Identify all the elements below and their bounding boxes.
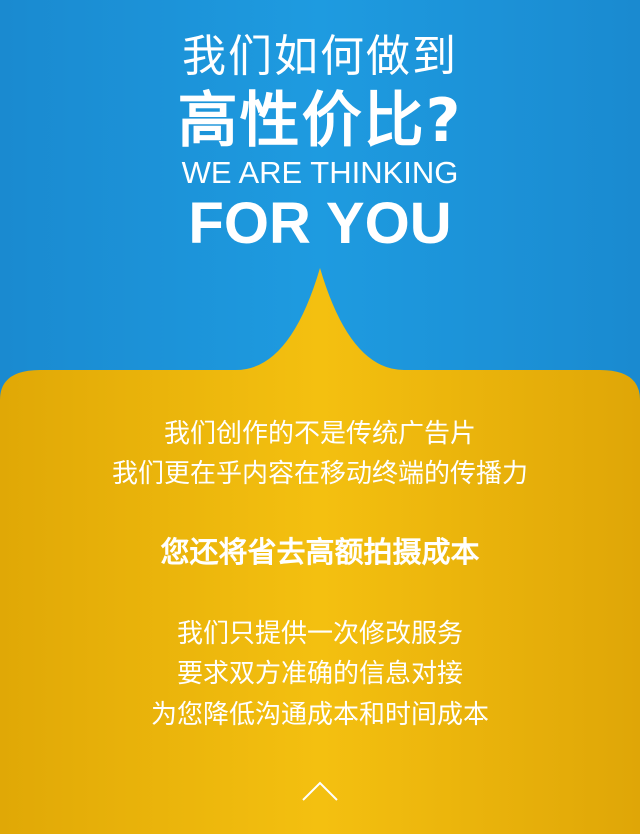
paragraph-line: 我们只提供一次修改服务 [176,619,463,649]
paragraph-line: 我们更在乎内容在移动终端的传播力 [111,459,528,489]
english-title: FOR YOU [188,191,452,256]
emphasis-line: 您还将省去高额拍摄成本 [160,535,480,569]
paragraph-line: 我们创作的不是传统广告片 [163,419,476,449]
paragraph-line: 为您降低沟通成本和时间成本 [150,700,489,730]
headline-value: 高性价比? [177,86,463,156]
chevron-up-icon[interactable] [300,778,340,804]
paragraph-line: 要求双方准确的信息对接 [176,659,463,689]
headline-question: 我们如何做到 [182,31,458,82]
english-subtitle: WE ARE THINKING [181,155,459,190]
